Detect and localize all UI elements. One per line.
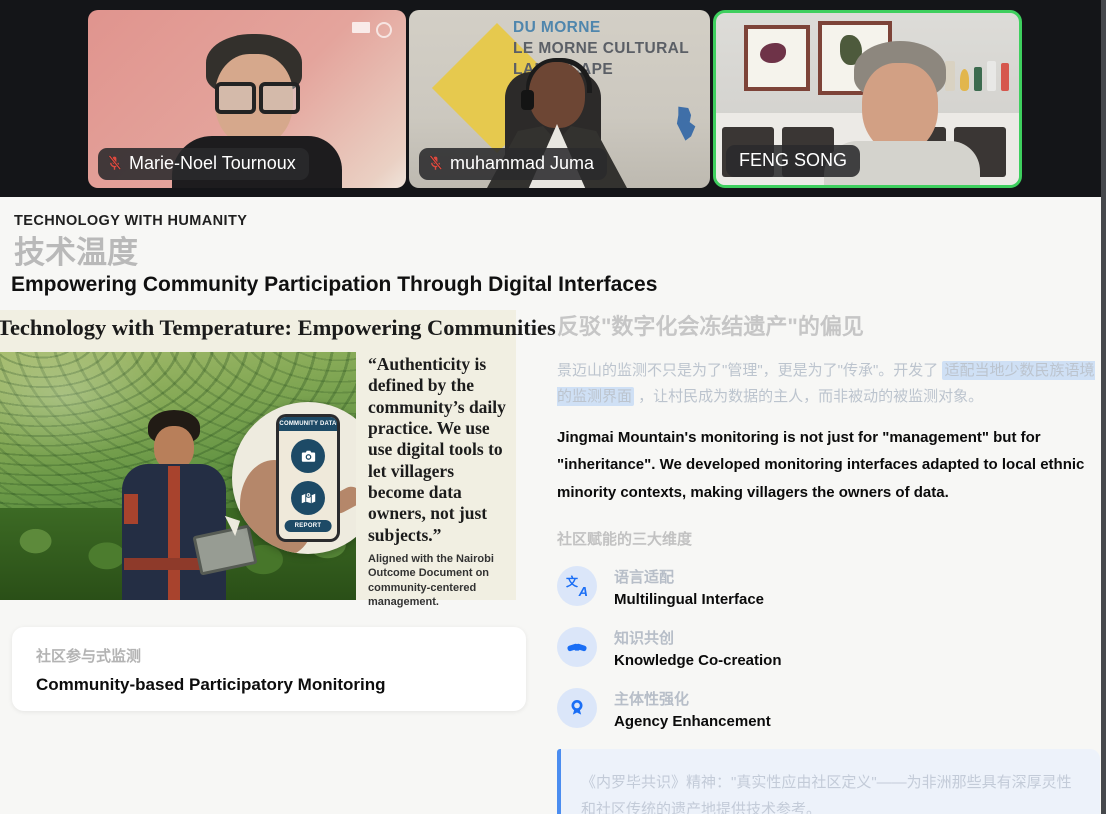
report-pill: REPORT: [285, 520, 332, 532]
paragraph-zh: 景迈山的监测不只是为了"管理"，更是为了"传承"。开发了 适配当地少数民族语境的…: [557, 358, 1100, 411]
feature-agency: 主体性强化 Agency Enhancement: [557, 688, 1100, 730]
tea-field-photo: COMMUNITY DATA: [0, 352, 356, 600]
features-heading: 社区赋能的三大维度: [557, 528, 1100, 549]
monitoring-card-zh: 社区参与式监测: [36, 645, 526, 666]
callout-zh: 《内罗毕共识》精神："真实性应由社区定义"——为非洲那些具有深厚灵性和社区传统的…: [581, 769, 1078, 814]
poster-attribution: Aligned with the Nairobi Outcome Documen…: [368, 552, 508, 609]
video-tile-marie[interactable]: Marie-Noel Tournoux: [88, 10, 406, 188]
handshake-icon: [557, 627, 597, 667]
phone-callout-bubble: COMMUNITY DATA: [232, 402, 356, 554]
feature-cocreation: 知识共创 Knowledge Co-creation: [557, 627, 1100, 669]
phone-graphic: COMMUNITY DATA: [276, 414, 340, 542]
poster-quote: “Authenticity is defined by the communit…: [368, 354, 514, 546]
feature-multilingual: 文A 语言适配 Multilingual Interface: [557, 566, 1100, 608]
monitoring-card: 社区参与式监测 Community-based Participatory Mo…: [12, 627, 526, 711]
background-logos: [352, 22, 392, 38]
slide-title-zh: 技术温度: [14, 227, 138, 272]
slide-subtitle: Empowering Community Participation Throu…: [11, 273, 657, 297]
video-tile-juma[interactable]: DU MORNE LE MORNE CULTURAL LANDSCAPE: [409, 10, 710, 188]
badge-icon: [557, 688, 597, 728]
name-label: FENG SONG: [726, 145, 860, 177]
camera-icon: [291, 439, 325, 473]
meeting-window: Marie-Noel Tournoux DU MORNE LE MORNE CU…: [0, 0, 1106, 814]
video-tile-feng-active-speaker[interactable]: FENG SONG: [713, 10, 1022, 188]
picture-frame: [744, 25, 810, 91]
mic-muted-icon: [107, 155, 122, 172]
video-strip: Marie-Noel Tournoux DU MORNE LE MORNE CU…: [0, 0, 1106, 197]
participant-name: muhammad Juma: [450, 153, 594, 174]
slide-right-column: 反驳"数字化会冻结遗产"的偏见 景迈山的监测不只是为了"管理"，更是为了"传承"…: [557, 309, 1100, 814]
shared-slide: TECHNOLOGY WITH HUMANITY 技术温度 Empowering…: [0, 197, 1106, 814]
africa-map-graphic: [667, 105, 701, 145]
monitoring-card-en: Community-based Participatory Monitoring: [36, 675, 526, 695]
translate-icon: 文A: [557, 566, 597, 606]
name-label: muhammad Juma: [419, 148, 607, 180]
participant-name: Marie-Noel Tournoux: [129, 153, 296, 174]
participant-name: FENG SONG: [739, 150, 847, 171]
paragraph-en: Jingmai Mountain's monitoring is not jus…: [557, 424, 1100, 507]
mic-muted-icon: [428, 155, 443, 172]
map-pin-icon: [291, 481, 325, 515]
name-label: Marie-Noel Tournoux: [98, 148, 309, 180]
right-heading: 反驳"数字化会冻结遗产"的偏见: [557, 309, 1100, 341]
nairobi-callout: 《内罗毕共识》精神："真实性应由社区定义"——为非洲那些具有深厚灵性和社区传统的…: [557, 749, 1100, 814]
participant-silhouette: [529, 62, 585, 128]
poster-title: Technology with Temperature: Empowering …: [0, 315, 517, 341]
window-edge: [1101, 0, 1106, 814]
poster-panel: Technology with Temperature: Empowering …: [0, 310, 516, 600]
phone-app-header: COMMUNITY DATA: [279, 417, 337, 431]
